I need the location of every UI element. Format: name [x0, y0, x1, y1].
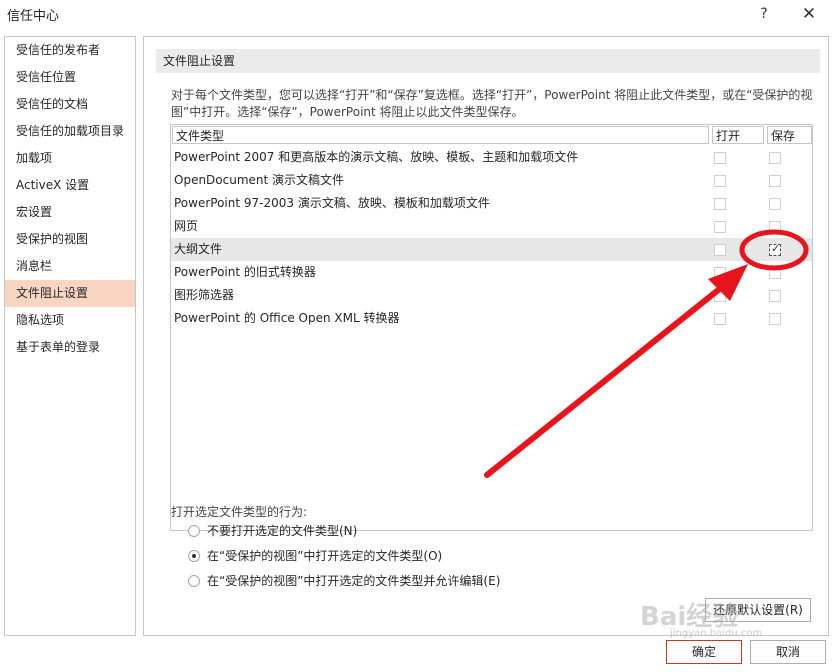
sidebar-item-protected-view[interactable]: 受保护的视图 — [5, 226, 135, 253]
column-header-save: 保存 — [767, 126, 812, 144]
radio-label: 在“受保护的视图”中打开选定的文件类型并允许编辑(E) — [207, 574, 501, 588]
open-checkbox[interactable] — [714, 198, 726, 210]
save-checkbox[interactable] — [769, 152, 781, 164]
save-checkbox[interactable] — [769, 198, 781, 210]
sidebar-item-privacy[interactable]: 隐私选项 — [5, 307, 135, 334]
table-header: 文件类型 打开 保存 — [171, 125, 812, 145]
sidebar-item-file-block[interactable]: 文件阻止设置 — [5, 280, 135, 307]
sidebar-item-macro[interactable]: 宏设置 — [5, 199, 135, 226]
open-checkbox[interactable] — [714, 175, 726, 187]
file-type-table: 文件类型 打开 保存 PowerPoint 2007 和更高版本的演示文稿、放映… — [170, 124, 813, 531]
file-type-label: PowerPoint 的旧式转换器 — [174, 265, 316, 279]
sidebar-nav: 受信任的发布者 受信任位置 受信任的文档 受信任的加载项目录 加载项 Activ… — [4, 36, 136, 636]
ok-button[interactable]: 确定 — [666, 640, 742, 664]
save-checkbox[interactable] — [769, 290, 781, 302]
sidebar-item-addins[interactable]: 加载项 — [5, 145, 135, 172]
watermark-url: jingyan.baidu.com — [670, 628, 763, 639]
table-row: OpenDocument 演示文稿文件 — [171, 169, 812, 192]
open-checkbox[interactable] — [714, 221, 726, 233]
open-checkbox[interactable] — [714, 152, 726, 164]
help-button[interactable]: ? — [752, 2, 776, 26]
close-button[interactable]: ✕ — [796, 2, 822, 26]
description-text: 对于每个文件类型，您可以选择“打开”和“保存”复选框。选择“打开”，PowerP… — [171, 88, 813, 119]
table-row: 网页 — [171, 215, 812, 238]
radio-button[interactable] — [188, 525, 200, 537]
save-checkbox[interactable] — [769, 242, 781, 256]
sidebar-item-trusted-publishers[interactable]: 受信任的发布者 — [5, 37, 135, 64]
open-checkbox[interactable] — [714, 290, 726, 302]
table-row: PowerPoint 的旧式转换器 — [171, 261, 812, 284]
file-type-label: 图形筛选器 — [174, 288, 235, 302]
table-row: PowerPoint 的 Office Open XML 转换器 — [171, 307, 812, 330]
save-checkbox[interactable] — [769, 313, 781, 325]
column-header-open: 打开 — [712, 126, 764, 144]
main-panel: 文件阻止设置 对于每个文件类型，您可以选择“打开”和“保存”复选框。选择“打开”… — [143, 36, 829, 636]
behavior-label: 打开选定文件类型的行为: — [171, 505, 308, 519]
file-type-label: OpenDocument 演示文稿文件 — [174, 173, 345, 187]
table-row: PowerPoint 97-2003 演示文稿、放映、模板和加载项文件 — [171, 192, 812, 215]
save-checkbox[interactable] — [769, 267, 781, 279]
radio-label: 在“受保护的视图”中打开选定的文件类型(O) — [207, 549, 443, 563]
sidebar-item-activex[interactable]: ActiveX 设置 — [5, 172, 135, 199]
table-row: PowerPoint 2007 和更高版本的演示文稿、放映、模板、主题和加载项文… — [171, 146, 812, 169]
sidebar-item-form-login[interactable]: 基于表单的登录 — [5, 334, 135, 361]
title-bar: 信任中心 ? ✕ — [0, 0, 833, 30]
table-row: 大纲文件 — [171, 238, 812, 261]
sidebar-item-trusted-locations[interactable]: 受信任位置 — [5, 64, 135, 91]
file-type-label: PowerPoint 2007 和更高版本的演示文稿、放映、模板、主题和加载项文… — [174, 150, 579, 164]
open-checkbox[interactable] — [714, 267, 726, 279]
file-type-label: PowerPoint 97-2003 演示文稿、放映、模板和加载项文件 — [174, 196, 490, 210]
column-header-type: 文件类型 — [172, 126, 709, 144]
cancel-button[interactable]: 取消 — [750, 640, 826, 664]
table-row: 图形筛选器 — [171, 284, 812, 307]
sidebar-item-trusted-documents[interactable]: 受信任的文档 — [5, 91, 135, 118]
sidebar-item-message-bar[interactable]: 消息栏 — [5, 253, 135, 280]
file-type-label: 大纲文件 — [174, 242, 223, 256]
save-checkbox[interactable] — [769, 175, 781, 187]
file-type-label: 网页 — [174, 219, 199, 233]
save-checkbox[interactable] — [769, 221, 781, 233]
window-title: 信任中心 — [7, 9, 60, 24]
radio-button[interactable] — [188, 575, 200, 587]
radio-button[interactable] — [188, 550, 200, 562]
file-type-label: PowerPoint 的 Office Open XML 转换器 — [174, 311, 400, 325]
sidebar-item-trusted-addin-catalogs[interactable]: 受信任的加载项目录 — [5, 118, 135, 145]
section-title: 文件阻止设置 — [156, 49, 820, 73]
radio-label: 不要打开选定的文件类型(N) — [207, 524, 358, 538]
open-checkbox[interactable] — [714, 313, 726, 325]
open-checkbox[interactable] — [714, 244, 726, 256]
